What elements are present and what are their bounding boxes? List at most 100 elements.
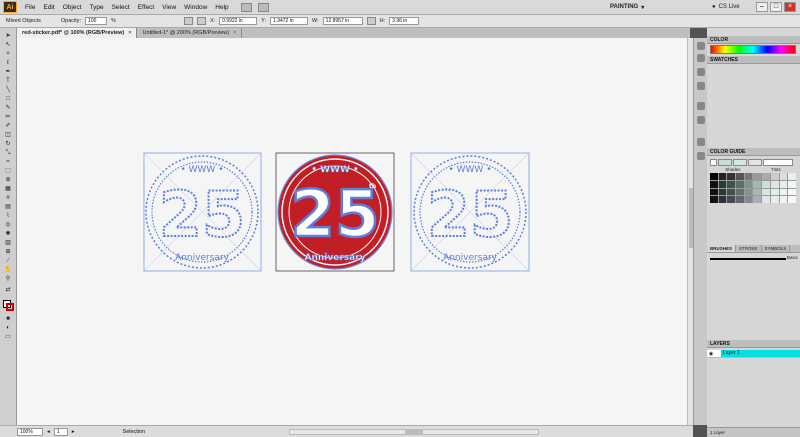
artboard-canvas[interactable]: 25 • WWW • Anniversary 25 • WWW • th Ann… — [17, 38, 687, 425]
left-outline-badge[interactable]: 25 • WWW • Anniversary — [143, 152, 262, 272]
tab-stroke[interactable]: STROKE — [736, 245, 762, 252]
horizontal-scrollbar[interactable] — [289, 428, 540, 435]
close-tab-icon[interactable]: × — [128, 28, 131, 38]
menu-effect[interactable]: Effect — [134, 0, 159, 15]
gradient-tool-icon[interactable]: ▤ — [2, 203, 14, 211]
shades-grid[interactable] — [710, 173, 796, 203]
direct-selection-tool-icon[interactable]: ↖ — [2, 41, 14, 49]
basic-brush-stroke[interactable] — [710, 258, 786, 260]
swatches-panel-icon[interactable] — [697, 54, 705, 62]
paintbrush-tool-icon[interactable]: ✎ — [2, 104, 14, 112]
transparency-panel-icon[interactable] — [697, 102, 705, 110]
cs-live-button[interactable]: ● CS Live — [712, 1, 740, 13]
pencil-tool-icon[interactable]: ✏ — [2, 113, 14, 121]
eyedropper-tool-icon[interactable]: ⌇ — [2, 212, 14, 220]
lasso-tool-icon[interactable]: ℓ — [2, 59, 14, 67]
color-panel-header[interactable]: COLOR — [707, 36, 800, 44]
tab-red-sticker[interactable]: red-sticker.pdf* @ 100% (RGB/Preview) × — [17, 28, 138, 38]
zoom-tool-icon[interactable]: ⚲ — [2, 275, 14, 283]
perspective-grid-tool-icon[interactable]: ▦ — [2, 185, 14, 193]
center-red-badge[interactable]: 25 • WWW • th Anniversary — [275, 152, 395, 272]
menu-window[interactable]: Window — [180, 0, 211, 15]
right-outline-badge[interactable]: 25 • WWW • Anniversary — [410, 152, 530, 272]
eye-icon[interactable]: ◉ — [707, 350, 715, 358]
rectangle-tool-icon[interactable]: □ — [2, 95, 14, 103]
align-panel-icon[interactable] — [697, 138, 705, 146]
swatches-panel-header[interactable]: SWATCHES — [707, 56, 800, 64]
harmony-swatches[interactable] — [710, 158, 796, 166]
rotate-tool-icon[interactable]: ↻ — [2, 140, 14, 148]
harmony-swatch[interactable] — [718, 158, 732, 166]
x-field[interactable]: 0.9922 in — [219, 17, 258, 25]
menu-object[interactable]: Object — [59, 0, 86, 15]
mesh-tool-icon[interactable]: # — [2, 194, 14, 202]
layers-panel-header[interactable]: LAYERS — [707, 340, 800, 348]
close-button[interactable]: × — [784, 2, 796, 12]
h-field[interactable]: 3.96 in — [389, 17, 420, 25]
selection-tool-icon[interactable]: ➤ — [2, 32, 14, 40]
link-icon[interactable] — [366, 17, 376, 25]
reference-point-icon[interactable] — [196, 17, 206, 25]
draw-mode-icon[interactable]: ◐ — [2, 324, 14, 332]
screen-mode-icon[interactable]: ▭ — [2, 333, 14, 341]
w-field[interactable]: 12.8957 in — [322, 17, 363, 25]
next-artboard-icon[interactable]: ▸ — [72, 429, 75, 435]
tab-symbols[interactable]: SYMBOLS — [762, 245, 791, 252]
layer-name[interactable]: Layer 1 — [721, 350, 800, 357]
color-mode-icon[interactable]: ■ — [2, 315, 14, 323]
menu-edit[interactable]: Edit — [39, 0, 58, 15]
magic-wand-tool-icon[interactable]: ✧ — [2, 50, 14, 58]
artboard-field[interactable]: 1 — [53, 427, 68, 436]
opacity-label[interactable]: Opacity: — [61, 18, 81, 24]
fill-stroke-widget[interactable] — [3, 300, 14, 311]
horizontal-scroll-thumb[interactable] — [405, 429, 424, 434]
graphic-styles-panel-icon[interactable] — [697, 82, 705, 90]
pen-tool-icon[interactable]: ✒ — [2, 68, 14, 76]
warp-tool-icon[interactable]: ≈ — [2, 158, 14, 166]
workspace-switcher[interactable]: PAINTING ▾ — [610, 1, 644, 13]
harmony-swatch[interactable] — [748, 158, 762, 166]
opacity-field[interactable]: 100 — [85, 17, 108, 25]
menu-select[interactable]: Select — [108, 0, 134, 15]
color-panel-icon[interactable] — [697, 42, 705, 50]
menu-file[interactable]: File — [21, 0, 39, 15]
swap-fill-stroke-icon[interactable]: ⇄ — [2, 286, 14, 294]
color-spectrum[interactable] — [710, 45, 796, 54]
slice-tool-icon[interactable]: ⟋ — [2, 257, 14, 265]
eraser-tool-icon[interactable]: ◫ — [2, 131, 14, 139]
blend-tool-icon[interactable]: ◎ — [2, 221, 14, 229]
column-graph-tool-icon[interactable]: ▥ — [2, 239, 14, 247]
menu-type[interactable]: Type — [85, 0, 107, 15]
shape-builder-tool-icon[interactable]: ⊕ — [2, 176, 14, 184]
base-color-swatch[interactable] — [710, 158, 717, 166]
color-guide-panel-header[interactable]: COLOR GUIDE — [707, 148, 800, 156]
appearance-panel-icon[interactable] — [697, 68, 705, 76]
harmony-swatch[interactable] — [763, 158, 793, 166]
type-tool-icon[interactable]: T — [2, 77, 14, 85]
menu-help[interactable]: Help — [211, 0, 232, 15]
maximize-button[interactable]: □ — [770, 2, 782, 12]
current-tool-label[interactable]: Selection — [123, 429, 146, 435]
y-field[interactable]: 1.9472 in — [270, 17, 309, 25]
hand-tool-icon[interactable]: ✋ — [2, 266, 14, 274]
menu-view[interactable]: View — [158, 0, 180, 15]
minimize-button[interactable]: – — [756, 2, 768, 12]
tab-brushes[interactable]: BRUSHES — [707, 245, 737, 252]
layer-row[interactable]: ◉ Layer 1 — [707, 350, 800, 358]
free-transform-tool-icon[interactable]: ⬚ — [2, 167, 14, 175]
artboard-tool-icon[interactable]: ⊞ — [2, 248, 14, 256]
symbol-sprayer-tool-icon[interactable]: ✺ — [2, 230, 14, 238]
zoom-field[interactable]: 100% — [17, 427, 43, 436]
pathfinder-panel-icon[interactable] — [697, 152, 705, 160]
bridge-icon[interactable] — [240, 2, 252, 12]
blob-brush-tool-icon[interactable]: ✐ — [2, 122, 14, 130]
arrange-documents-icon[interactable] — [257, 2, 269, 12]
harmony-swatch[interactable] — [733, 158, 747, 166]
gradient-panel-icon[interactable] — [697, 116, 705, 124]
close-tab-icon[interactable]: × — [233, 28, 236, 38]
transform-icon[interactable] — [183, 17, 193, 25]
stroke-swatch[interactable] — [6, 303, 14, 311]
scale-tool-icon[interactable]: ⤡ — [2, 149, 14, 157]
tab-untitled[interactable]: Untitled-1* @ 200% (RGB/Preview) × — [137, 28, 243, 38]
prev-artboard-icon[interactable]: ◂ — [47, 429, 50, 435]
